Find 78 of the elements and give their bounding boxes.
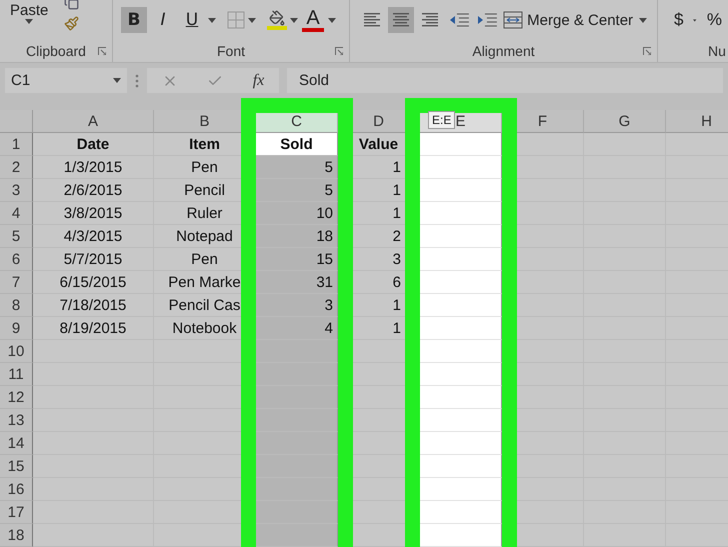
table-cell: 2/6/2015 [33, 179, 154, 202]
caret-icon[interactable] [248, 18, 256, 22]
table-cell: 5 [256, 179, 338, 202]
merge-cells-icon [503, 11, 524, 29]
row-header[interactable]: 14 [0, 432, 33, 455]
table-cell: 5/7/2015 [33, 248, 154, 271]
caret-icon[interactable] [113, 78, 121, 83]
dialog-launcher-icon[interactable] [335, 47, 343, 55]
table-cell: 31 [256, 271, 338, 294]
table-cell: 4 [256, 317, 338, 340]
row-header[interactable]: 2 [0, 156, 33, 179]
align-right-icon [420, 13, 438, 27]
row-header[interactable]: 17 [0, 501, 33, 524]
align-left-icon [364, 13, 382, 27]
underline-button[interactable]: U [179, 7, 205, 33]
align-center-icon [392, 13, 410, 27]
fill-color-bar [267, 26, 287, 30]
decrease-indent-icon[interactable] [449, 13, 470, 27]
insert-function-button[interactable]: fx [252, 72, 264, 90]
group-label: Font [216, 42, 245, 61]
column-header[interactable]: A [33, 110, 154, 133]
table-cell: 8/19/2015 [33, 317, 154, 340]
row-header[interactable]: 4 [0, 202, 33, 225]
caret-icon[interactable] [693, 18, 697, 22]
table-cell: Sold [256, 133, 338, 156]
align-button[interactable] [388, 7, 414, 33]
row-header[interactable]: 13 [0, 409, 33, 432]
format-painter-icon[interactable] [64, 16, 80, 31]
name-box[interactable]: C1 [5, 68, 127, 93]
table-cell: 18 [256, 225, 338, 248]
currency-button[interactable]: $ [670, 10, 688, 30]
row-header[interactable]: 8 [0, 294, 33, 317]
row-header[interactable]: 1 [0, 133, 33, 156]
font-color-button[interactable]: A [301, 8, 325, 32]
row-header[interactable]: 18 [0, 524, 33, 547]
increase-indent-icon[interactable] [477, 13, 498, 27]
row-header[interactable]: 6 [0, 248, 33, 271]
cell-reference: C1 [11, 72, 30, 89]
table-cell: 6/15/2015 [33, 271, 154, 294]
percent-button[interactable]: % [702, 10, 726, 30]
caret-icon[interactable] [639, 18, 647, 22]
row-header[interactable]: 11 [0, 363, 33, 386]
table-cell: 10 [256, 202, 338, 225]
table-cell: 5 [256, 156, 338, 179]
formula-field[interactable]: Sold [287, 68, 723, 93]
merge-center-button[interactable]: Merge & Center [499, 11, 638, 29]
row-header[interactable]: 16 [0, 478, 33, 501]
fill-color-icon[interactable] [269, 10, 285, 26]
more-icon [135, 74, 139, 88]
row-header[interactable]: 5 [0, 225, 33, 248]
group-label: Alignment [472, 42, 535, 61]
row-header[interactable]: 3 [0, 179, 33, 202]
dialog-launcher-icon[interactable] [643, 47, 651, 55]
group-label: Nu [708, 42, 726, 61]
table-cell: 1/3/2015 [33, 156, 154, 179]
table-cell: 15 [256, 248, 338, 271]
row-header[interactable]: 15 [0, 455, 33, 478]
column-header[interactable]: G [584, 110, 666, 133]
group-label: Clipboard [26, 42, 86, 61]
caret-icon[interactable] [208, 18, 216, 22]
table-cell: Date [33, 133, 154, 156]
dialog-launcher-icon[interactable] [98, 47, 106, 55]
caret-icon[interactable] [25, 19, 34, 24]
table-cell: 3 [256, 294, 338, 317]
row-header[interactable]: 9 [0, 317, 33, 340]
paste-button[interactable]: Paste [8, 2, 50, 24]
column-tooltip: E:E [428, 111, 456, 129]
table-cell: 3/8/2015 [33, 202, 154, 225]
table-cell: 4/3/2015 [33, 225, 154, 248]
table-cell: 7/18/2015 [33, 294, 154, 317]
row-header[interactable]: 7 [0, 271, 33, 294]
row-header[interactable]: 12 [0, 386, 33, 409]
bold-button[interactable]: B [121, 7, 147, 33]
row-header[interactable]: 10 [0, 340, 33, 363]
font-color-bar [302, 28, 324, 32]
caret-icon[interactable] [328, 18, 336, 22]
italic-button[interactable]: I [150, 7, 176, 33]
caret-icon[interactable] [290, 18, 298, 22]
